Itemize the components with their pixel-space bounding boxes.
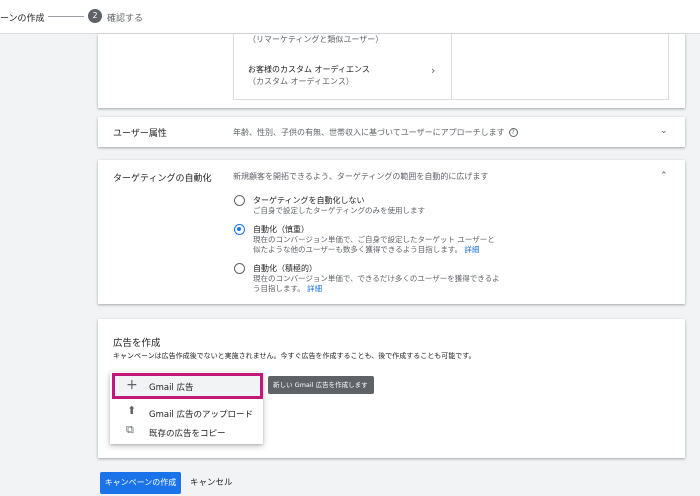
demographics-title: ユーザー属性: [113, 129, 167, 139]
menu-item-label: Gmail 広告のアップロード: [149, 410, 254, 420]
cancel-button[interactable]: キャンセル: [185, 472, 238, 494]
custom-audience-subtitle: （カスタム オーディエンス）: [248, 77, 354, 86]
remarketing-subtitle: （リマーケティングと類似ユーザー）: [248, 35, 384, 44]
gmail-ad-upload-menu-item[interactable]: ⬆ Gmail 広告のアップロード: [112, 404, 263, 421]
option-description: ご自身で設定したターゲティングのみを使用します: [253, 206, 426, 215]
chevron-down-icon[interactable]: ⌄: [660, 126, 668, 136]
radio-none[interactable]: [234, 195, 245, 206]
option-title: 自動化（慎重）: [253, 225, 309, 234]
details-link[interactable]: 詳細: [307, 284, 322, 293]
option-title: 自動化（積極的）: [253, 264, 317, 273]
details-link[interactable]: 詳細: [464, 245, 479, 254]
chevron-right-icon: ›: [431, 64, 436, 77]
create-campaign-button[interactable]: キャンペーンの作成: [100, 472, 181, 494]
custom-audience-title: お客様のカスタム オーディエンス: [248, 65, 370, 74]
option-description: 現在のコンバージョン単価で、ご自身で設定したターゲット ユーザーと: [253, 235, 495, 244]
option-description: 現在のコンバージョン単価で、できるだけ多くのユーザーを獲得できるよ: [253, 274, 500, 283]
targeting-title: ターゲティングの自動化: [113, 174, 212, 184]
option-description-cont: 似たような他のユーザーも数多く獲得できるよう目指します。 詳細: [253, 245, 480, 254]
audience-box: （リマーケティングと類似ユーザー） お客様のカスタム オーディエンス （カスタム…: [233, 34, 669, 100]
tooltip: 新しい Gmail 広告を作成します: [268, 376, 374, 394]
step-prev-label[interactable]: ーンの作成: [0, 11, 45, 24]
radio-conservative[interactable]: [234, 224, 245, 235]
upload-icon: ⬆: [127, 404, 137, 417]
gmail-ad-menu-item[interactable]: + Gmail 広告: [112, 373, 263, 399]
chevron-up-icon[interactable]: ⌃: [660, 171, 668, 181]
help-icon[interactable]: ?: [508, 128, 518, 137]
create-ad-title: 広告を作成: [113, 338, 161, 349]
plus-icon: +: [126, 377, 138, 393]
audience-card: （リマーケティングと類似ユーザー） お客様のカスタム オーディエンス （カスタム…: [98, 34, 685, 108]
targeting-description: 新規顧客を開拓できるよう、ターゲティングの範囲を自動的に広げます: [233, 172, 489, 181]
demographics-card[interactable]: ユーザー属性 年齢、性別、子供の有無、世帯収入に基づいてユーザーにアプローチしま…: [98, 117, 685, 147]
menu-item-label: 既存の広告をコピー: [149, 429, 226, 439]
create-ad-description: キャンペーンは広告作成後でないと実施されません。今すぐ広告を作成することも、後で…: [113, 352, 476, 360]
targeting-card: ターゲティングの自動化 新規顧客を開拓できるよう、ターゲティングの範囲を自動的に…: [98, 160, 685, 304]
audience-divider: [451, 34, 452, 100]
copy-icon: ⧉: [126, 423, 134, 436]
step-number: 2: [88, 9, 102, 23]
option-description-cont: う目指します。 詳細: [253, 284, 323, 293]
radio-aggressive[interactable]: [234, 263, 245, 274]
demographics-description: 年齢、性別、子供の有無、世帯収入に基づいてユーザーにアプローチします?: [233, 127, 518, 138]
custom-audience-item[interactable]: お客様のカスタム オーディエンス （カスタム オーディエンス） ›: [234, 58, 451, 88]
step-connector: [48, 16, 84, 17]
menu-item-label: Gmail 広告: [149, 383, 194, 393]
step-current-label[interactable]: 確認する: [107, 11, 143, 24]
top-bar: ーンの作成 2 確認する: [0, 0, 700, 34]
copy-existing-ad-menu-item[interactable]: ⧉ 既存の広告をコピー: [112, 423, 263, 440]
option-title: ターゲティングを自動化しない: [253, 196, 365, 205]
